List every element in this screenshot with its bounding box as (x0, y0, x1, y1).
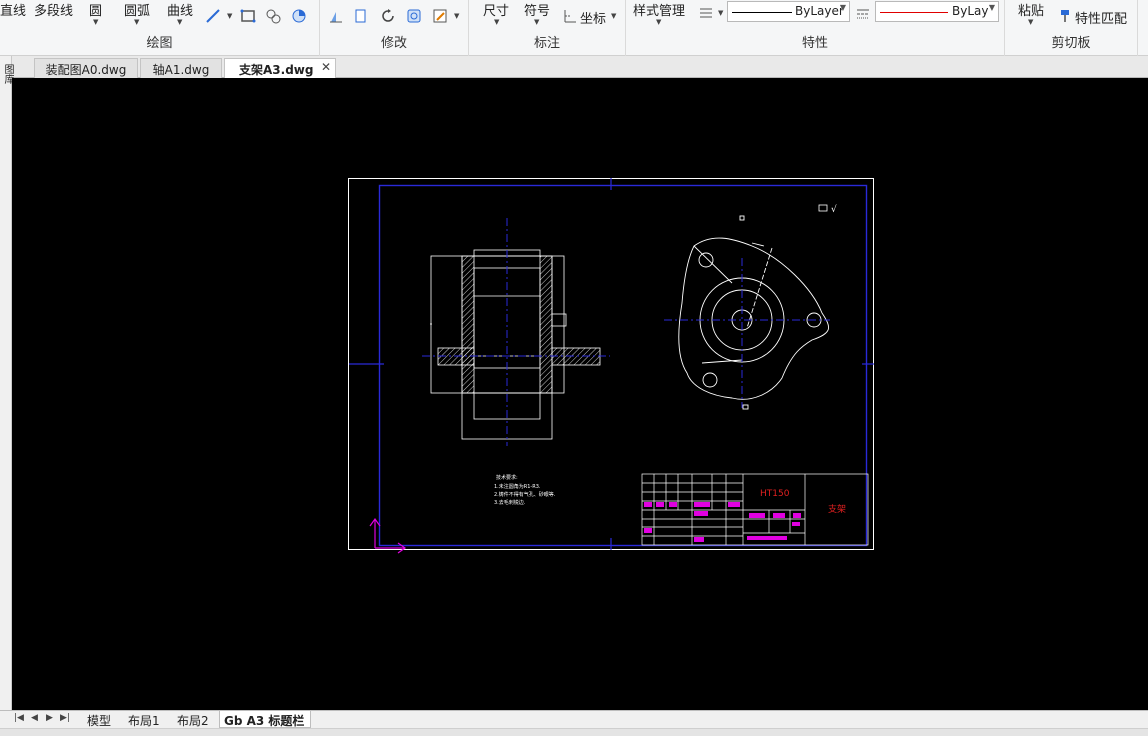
section-centerlines (422, 218, 610, 446)
centering-marks (349, 178, 874, 550)
color-combo[interactable]: ByLay ▼ (875, 1, 999, 22)
curve-dropdown-icon[interactable]: ▼ (177, 18, 182, 26)
color-swatch (880, 12, 948, 13)
circle-button[interactable]: 圆 (89, 0, 102, 19)
file-tab-label: 轴A1.dwg (152, 63, 210, 77)
ucs-icon (369, 517, 407, 554)
lineweight-icon[interactable] (698, 5, 714, 21)
polyline-button[interactable]: 多段线 (34, 0, 73, 19)
top-view (678, 215, 829, 410)
hatch-icon[interactable] (265, 8, 281, 24)
lineweight-dropdown-icon[interactable]: ▼ (718, 9, 723, 17)
sheet-outer-border (348, 178, 874, 550)
drawing-canvas[interactable]: √ 技术要求: 1.未注圆角为R1-R3. 2.铸件不得有气孔、砂眼等. 3.去… (12, 78, 1148, 710)
linetype-dropdown-icon[interactable]: ▼ (840, 3, 846, 12)
linetype-combo[interactable]: ByLayer ▼ (727, 1, 850, 22)
draw-group: 直线 多段线 圆 ▼ 圆弧 ▼ 曲线 ▼ ▼ 绘图 (0, 0, 320, 56)
modify-group-label: 修改 (380, 36, 407, 51)
properties-edit-icon[interactable] (432, 8, 448, 24)
mirror-icon[interactable] (328, 8, 344, 24)
top-view-centerlines (664, 258, 830, 408)
curve-button[interactable]: 曲线 (167, 0, 193, 19)
drawing-svg: √ 技术要求: 1.未注圆角为R1-R3. 2.铸件不得有气孔、砂眼等. 3.去… (348, 178, 874, 554)
note-line-3: 3.去毛刺锐边. (494, 499, 526, 506)
modify-group: ▼ 修改 (320, 0, 469, 56)
clipboard-group: 粘贴 ▼ 特性匹配 剪切板 (1005, 0, 1138, 56)
properties-group-label: 特性 (801, 36, 828, 51)
style-manager-button[interactable]: 样式管理 (633, 0, 685, 19)
paste-dropdown-icon[interactable]: ▼ (1028, 18, 1033, 26)
file-tab-assembly[interactable]: 装配图A0.dwg (34, 58, 138, 78)
scale-icon[interactable] (406, 8, 422, 24)
file-tabs-bar: 装配图A0.dwg 轴A1.dwg 支架A3.dwg ✕ (0, 56, 1148, 79)
file-tab-label: 装配图A0.dwg (45, 63, 127, 77)
linetype-value: ByLayer (795, 4, 844, 18)
construction-dropdown-icon[interactable]: ▼ (227, 12, 232, 20)
layout-tabs-bar: |◀ ◀ ▶ ▶| 模型 布局1 布局2 Gb A3 标题栏 (0, 710, 1148, 728)
symbol-button[interactable]: 符号 (524, 0, 550, 19)
rotate-icon[interactable] (380, 8, 396, 24)
close-tab-icon[interactable]: ✕ (321, 60, 331, 74)
rectangle-icon[interactable] (240, 8, 256, 24)
circle-dropdown-icon[interactable]: ▼ (93, 18, 98, 26)
construction-line-icon[interactable] (205, 8, 221, 24)
arc-dropdown-icon[interactable]: ▼ (134, 18, 139, 26)
style-manager-dropdown-icon[interactable]: ▼ (656, 18, 661, 26)
arc-button[interactable]: 圆弧 (124, 0, 150, 19)
region-icon[interactable] (291, 8, 307, 24)
symbol-dropdown-icon[interactable]: ▼ (534, 18, 539, 26)
clipboard-group-label: 剪切板 (1051, 36, 1091, 51)
line-button[interactable]: 直线 (0, 0, 26, 19)
next-tab-icon[interactable]: ▶ (46, 713, 53, 723)
paste-button[interactable]: 粘贴 (1018, 0, 1044, 19)
coordinate-dropdown-icon[interactable]: ▼ (611, 12, 616, 20)
section-view (430, 249, 601, 440)
material-text: HT150 (760, 489, 790, 499)
technical-notes: 技术要求: 1.未注圆角为R1-R3. 2.铸件不得有气孔、砂眼等. 3.去毛刺… (494, 474, 556, 506)
coordinate-icon[interactable] (562, 8, 578, 24)
file-tab-label: 支架A3.dwg (239, 63, 314, 77)
coordinate-button[interactable]: 坐标 (580, 8, 606, 27)
color-dropdown-icon[interactable]: ▼ (989, 3, 995, 12)
sheet-inner-border (378, 184, 868, 547)
part-name-text: 支架 (828, 503, 846, 515)
layout-tab-layout1[interactable]: 布局1 (128, 711, 160, 728)
modify-dropdown-icon[interactable]: ▼ (454, 12, 459, 20)
file-tab-bracket[interactable]: 支架A3.dwg ✕ (224, 58, 336, 79)
first-tab-icon[interactable]: |◀ (14, 713, 24, 723)
match-properties-icon[interactable] (1057, 8, 1073, 24)
annotate-group-label: 标注 (533, 36, 560, 51)
note-line-2: 2.铸件不得有气孔、砂眼等. (494, 491, 556, 498)
notes-title: 技术要求: (496, 474, 518, 481)
note-line-1: 1.未注圆角为R1-R3. (494, 483, 541, 490)
ribbon: 直线 多段线 圆 ▼ 圆弧 ▼ 曲线 ▼ ▼ 绘图 ▼ 修改 尺寸 ▼ 符号 ▼… (0, 0, 1148, 56)
status-bar (0, 728, 1148, 736)
layout-tab-model[interactable]: 模型 (87, 711, 111, 728)
color-value: ByLay (952, 4, 989, 18)
draw-group-label: 绘图 (146, 36, 173, 51)
layout-tab-gb-a3[interactable]: Gb A3 标题栏 (219, 711, 311, 728)
roughness-symbol: √ (831, 204, 837, 215)
dimension-dropdown-icon[interactable]: ▼ (494, 18, 499, 26)
annotate-group: 尺寸 ▼ 符号 ▼ 坐标 ▼ 标注 (469, 0, 626, 56)
roughness-box (818, 204, 828, 212)
layout-tab-layout2[interactable]: 布局2 (177, 711, 209, 728)
left-panel-strip[interactable]: 图库 (0, 56, 13, 710)
copy-icon[interactable] (353, 8, 369, 24)
file-tab-shaft[interactable]: 轴A1.dwg (140, 58, 222, 78)
properties-group: 样式管理 ▼ ▼ ByLayer ▼ ByLay ▼ 特性 (626, 0, 1005, 56)
match-properties-button[interactable]: 特性匹配 (1075, 8, 1127, 27)
prev-tab-icon[interactable]: ◀ (31, 713, 38, 723)
last-tab-icon[interactable]: ▶| (60, 713, 70, 723)
linescale-icon[interactable] (855, 5, 871, 21)
linetype-swatch (732, 12, 792, 13)
dimension-button[interactable]: 尺寸 (483, 0, 509, 19)
